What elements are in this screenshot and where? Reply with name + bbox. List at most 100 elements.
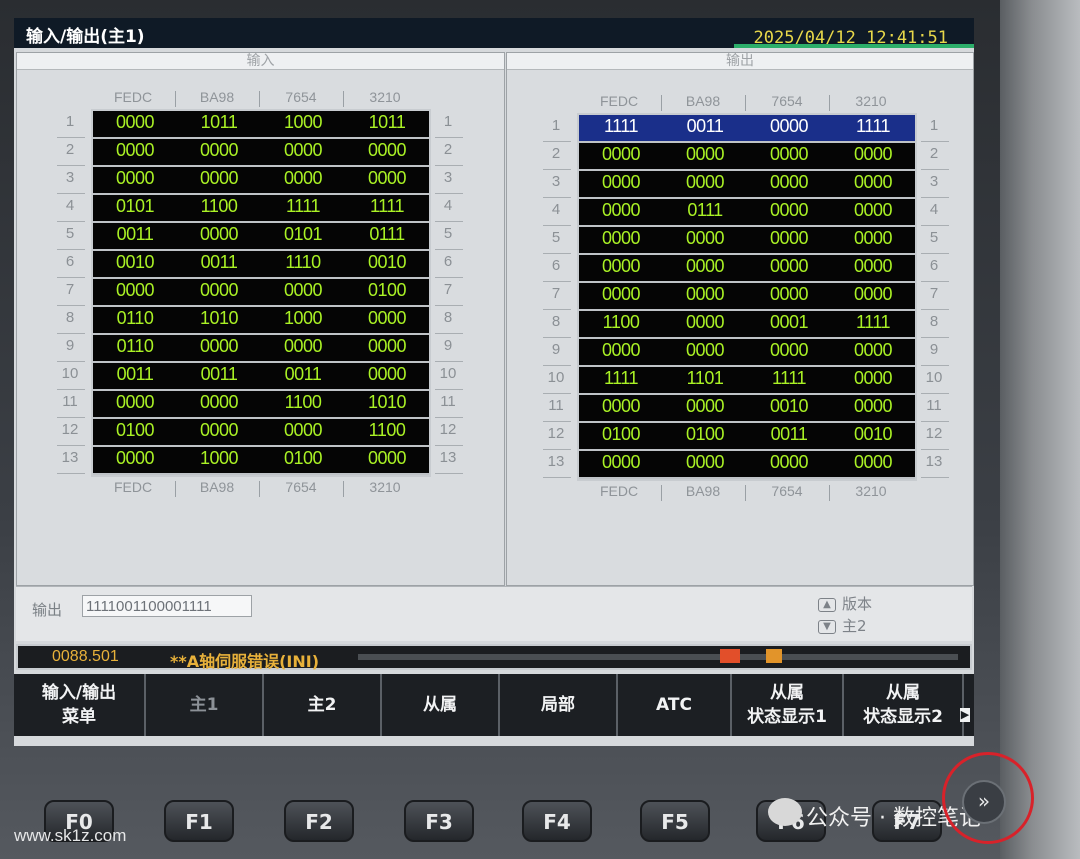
table-row[interactable]: 0000 0000 0000 0000 <box>93 139 429 167</box>
table-row[interactable]: 0000 0000 0000 0000 <box>579 283 915 311</box>
table-row[interactable]: 0100 0000 0000 1100 <box>93 419 429 447</box>
table-row[interactable]: 1111 0011 0000 1111 <box>579 115 915 143</box>
bit-cell[interactable]: 1000 <box>261 112 345 133</box>
bit-cell[interactable]: 0000 <box>261 168 345 189</box>
bit-cell[interactable]: 0000 <box>177 420 261 441</box>
bit-cell[interactable]: 0000 <box>663 172 747 193</box>
bit-cell[interactable]: 0000 <box>747 200 831 221</box>
bit-cell[interactable]: 1111 <box>747 368 831 389</box>
bit-cell[interactable]: 0000 <box>579 228 663 249</box>
page-up-control[interactable]: ▲ 版本 <box>818 593 872 614</box>
bit-cell[interactable]: 0000 <box>345 168 429 189</box>
table-row[interactable]: 0110 1010 1000 0000 <box>93 307 429 335</box>
bit-cell[interactable]: 0011 <box>177 252 261 273</box>
bit-cell[interactable]: 1010 <box>345 392 429 413</box>
bit-cell[interactable]: 0000 <box>93 112 177 133</box>
bit-cell[interactable]: 0000 <box>177 168 261 189</box>
bit-cell[interactable]: 0000 <box>747 452 831 473</box>
bit-cell[interactable]: 0000 <box>345 448 429 469</box>
bit-cell[interactable]: 0000 <box>579 340 663 361</box>
table-row[interactable]: 0000 0000 0000 0000 <box>579 143 915 171</box>
hardware-key-f4[interactable]: F4 <box>522 800 592 842</box>
table-row[interactable]: 0000 0000 1100 1010 <box>93 391 429 419</box>
bit-cell[interactable]: 0000 <box>831 340 915 361</box>
bit-cell[interactable]: 0000 <box>261 336 345 357</box>
bit-cell[interactable]: 1000 <box>261 308 345 329</box>
table-row[interactable]: 0000 0000 0000 0000 <box>579 451 915 479</box>
bit-cell[interactable]: 0000 <box>831 200 915 221</box>
page-down-control[interactable]: ▼ 主2 <box>818 615 867 636</box>
bit-cell[interactable]: 0000 <box>261 280 345 301</box>
bit-cell[interactable]: 0011 <box>93 364 177 385</box>
softkey-8[interactable]: 从属 状态显示2 <box>844 674 964 736</box>
bit-cell[interactable]: 1111 <box>579 116 663 137</box>
bit-cell[interactable]: 0100 <box>345 280 429 301</box>
table-row[interactable]: 0100 0100 0011 0010 <box>579 423 915 451</box>
table-row[interactable]: 0101 1100 1111 1111 <box>93 195 429 223</box>
bit-cell[interactable]: 0000 <box>93 392 177 413</box>
softkey-6[interactable]: ATC <box>618 674 732 736</box>
bit-cell[interactable]: 0000 <box>345 336 429 357</box>
table-row[interactable]: 0000 0000 0000 0000 <box>579 255 915 283</box>
table-row[interactable]: 0000 1000 0100 0000 <box>93 447 429 475</box>
bit-cell[interactable]: 0000 <box>831 368 915 389</box>
bit-cell[interactable]: 0000 <box>663 452 747 473</box>
bit-cell[interactable]: 0000 <box>747 256 831 277</box>
bit-cell[interactable]: 0000 <box>831 452 915 473</box>
bit-cell[interactable]: 1100 <box>261 392 345 413</box>
bit-cell[interactable]: 0000 <box>261 140 345 161</box>
softkey-1[interactable]: 输入/输出 菜单 <box>14 674 146 736</box>
bit-cell[interactable]: 0000 <box>579 284 663 305</box>
bit-cell[interactable]: 0000 <box>261 420 345 441</box>
table-row[interactable]: 0011 0000 0101 0111 <box>93 223 429 251</box>
bit-cell[interactable]: 0000 <box>831 144 915 165</box>
bit-cell[interactable]: 1110 <box>261 252 345 273</box>
bit-cell[interactable]: 0010 <box>747 396 831 417</box>
bit-cell[interactable]: 0000 <box>177 280 261 301</box>
table-row[interactable]: 0000 0000 0000 0000 <box>93 167 429 195</box>
bit-cell[interactable]: 0000 <box>579 200 663 221</box>
bit-cell[interactable]: 0000 <box>747 340 831 361</box>
hardware-key-f2[interactable]: F2 <box>284 800 354 842</box>
bit-cell[interactable]: 0000 <box>345 308 429 329</box>
bit-cell[interactable]: 0000 <box>831 284 915 305</box>
bit-cell[interactable]: 1111 <box>831 116 915 137</box>
bit-cell[interactable]: 0000 <box>663 312 747 333</box>
bit-cell[interactable]: 0000 <box>93 448 177 469</box>
bit-cell[interactable]: 0000 <box>93 168 177 189</box>
bit-cell[interactable]: 1100 <box>579 312 663 333</box>
bit-cell[interactable]: 0000 <box>831 256 915 277</box>
bit-cell[interactable]: 0000 <box>93 280 177 301</box>
bit-cell[interactable]: 0000 <box>663 228 747 249</box>
bit-cell[interactable]: 0111 <box>345 224 429 245</box>
bit-cell[interactable]: 0010 <box>93 252 177 273</box>
softkey-5[interactable]: 局部 <box>500 674 618 736</box>
bit-cell[interactable]: 0101 <box>261 224 345 245</box>
table-row[interactable]: 0000 0000 0000 0000 <box>579 227 915 255</box>
bit-cell[interactable]: 0000 <box>579 452 663 473</box>
bit-cell[interactable]: 0000 <box>747 144 831 165</box>
table-row[interactable]: 1111 1101 1111 0000 <box>579 367 915 395</box>
bit-cell[interactable]: 0000 <box>663 340 747 361</box>
bit-cell[interactable]: 0000 <box>831 396 915 417</box>
bit-cell[interactable]: 0000 <box>747 172 831 193</box>
bit-cell[interactable]: 0011 <box>93 224 177 245</box>
bit-cell[interactable]: 0000 <box>93 140 177 161</box>
bit-cell[interactable]: 0100 <box>579 424 663 445</box>
bit-cell[interactable]: 1111 <box>579 368 663 389</box>
bit-cell[interactable]: 0000 <box>177 140 261 161</box>
bit-cell[interactable]: 0011 <box>747 424 831 445</box>
bit-cell[interactable]: 0000 <box>579 396 663 417</box>
bit-cell[interactable]: 1011 <box>345 112 429 133</box>
bit-cell[interactable]: 0000 <box>345 364 429 385</box>
bit-cell[interactable]: 0000 <box>747 284 831 305</box>
bit-cell[interactable]: 0100 <box>663 424 747 445</box>
bit-cell[interactable]: 0101 <box>93 196 177 217</box>
bit-cell[interactable]: 1100 <box>345 420 429 441</box>
table-row[interactable]: 0110 0000 0000 0000 <box>93 335 429 363</box>
bit-cell[interactable]: 1100 <box>177 196 261 217</box>
bit-cell[interactable]: 0001 <box>747 312 831 333</box>
bit-cell[interactable]: 1000 <box>177 448 261 469</box>
bit-cell[interactable]: 0000 <box>663 144 747 165</box>
more-softkeys-icon[interactable]: ▶ <box>960 708 970 722</box>
